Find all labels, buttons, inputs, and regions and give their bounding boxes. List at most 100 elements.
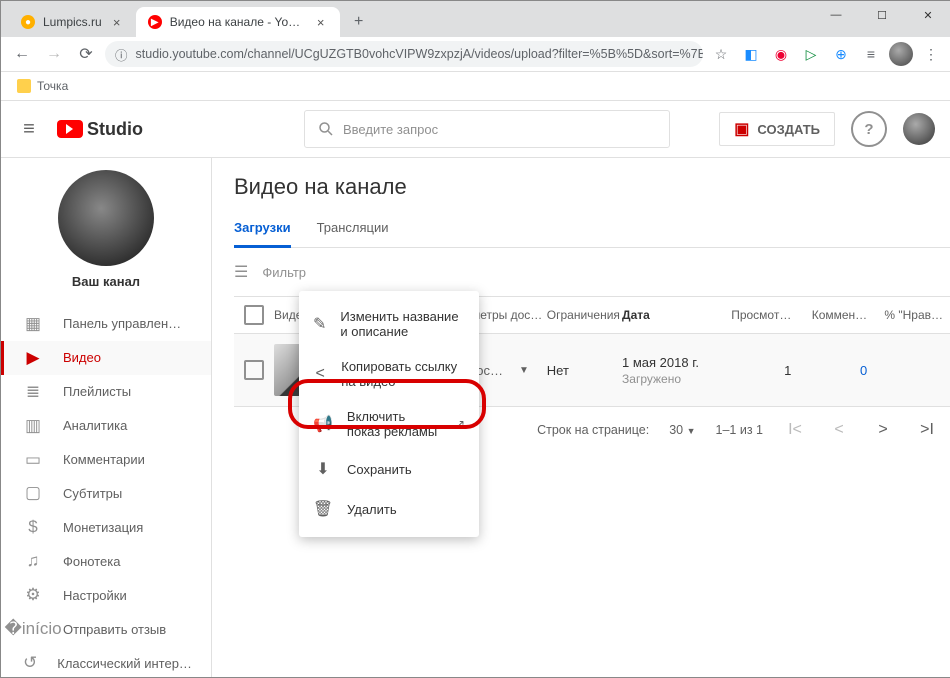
browser-tab-lumpics[interactable]: ● Lumpics.ru × xyxy=(9,7,136,37)
pencil-icon: ✎ xyxy=(313,314,326,334)
context-menu: ✎ Изменить название и описание < Копиров… xyxy=(299,291,479,537)
menu-button[interactable]: ≡ xyxy=(17,117,41,141)
browser-tab-studio[interactable]: ▶ Видео на канале - YouTube Stu... × xyxy=(136,7,340,37)
monetization-icon: $ xyxy=(23,517,43,537)
channel-avatar[interactable] xyxy=(58,170,154,266)
folder-icon xyxy=(17,79,31,93)
maximize-button[interactable]: ☐ xyxy=(859,1,905,29)
sidebar-item-feedback[interactable]: �inícioОтправить отзыв xyxy=(1,612,211,646)
tab-uploads[interactable]: Загрузки xyxy=(234,210,291,248)
col-header-comments[interactable]: Коммен… xyxy=(801,308,877,322)
new-tab-button[interactable]: + xyxy=(346,9,372,35)
sidebar-item-analytics[interactable]: ▥Аналитика xyxy=(1,409,211,443)
menu-item-enable-ads[interactable]: 📢 Включить показ рекламы ↗ xyxy=(299,399,479,449)
menu-item-delete[interactable]: 🗑 Удалить xyxy=(299,489,479,529)
help-button[interactable]: ? xyxy=(851,111,887,147)
lock-icon: ⓘ xyxy=(115,45,128,64)
extension-icon[interactable]: ◉ xyxy=(769,42,793,66)
page-next-button[interactable]: > xyxy=(871,421,895,439)
external-link-icon: ↗ xyxy=(455,417,465,431)
page-prev-button[interactable]: < xyxy=(827,421,851,439)
menu-item-save[interactable]: ⬇ Сохранить xyxy=(299,449,479,489)
date-value: 1 мая 2018 г. xyxy=(622,355,725,370)
close-window-button[interactable]: ✕ xyxy=(905,1,950,29)
page-first-button[interactable]: I< xyxy=(783,421,807,439)
classic-icon: ↺ xyxy=(23,653,37,673)
extension-icon[interactable]: ▷ xyxy=(799,42,823,66)
page-title: Видео на канале xyxy=(234,174,950,200)
audio-library-icon: ♫ xyxy=(23,551,43,571)
reload-button[interactable]: ⟳ xyxy=(73,41,99,67)
favicon-lumpics: ● xyxy=(21,15,35,29)
extension-icon[interactable]: ◧ xyxy=(739,42,763,66)
address-bar[interactable]: ⓘ studio.youtube.com/channel/UCgUZGTB0vo… xyxy=(105,41,703,67)
comments-icon: ▭ xyxy=(23,450,43,470)
subtitles-icon: ▢ xyxy=(23,483,43,503)
page-last-button[interactable]: >I xyxy=(915,421,939,439)
studio-logo[interactable]: Studio xyxy=(57,119,143,140)
extension-icon[interactable]: ≡ xyxy=(859,42,883,66)
page-range: 1–1 из 1 xyxy=(716,423,763,437)
tab-title: Lumpics.ru xyxy=(43,15,102,29)
bookmark-item[interactable]: Точка xyxy=(11,77,74,95)
search-input[interactable]: Введите запрос xyxy=(304,110,670,148)
sidebar-item-videos[interactable]: ▶Видео xyxy=(1,341,211,375)
select-all-checkbox[interactable] xyxy=(244,305,264,325)
menu-item-copy-link[interactable]: < Копировать ссылку на видео xyxy=(299,349,479,399)
sidebar-item-monetization[interactable]: $Монетизация xyxy=(1,510,211,544)
video-icon: ▶ xyxy=(23,348,43,368)
views-value: 1 xyxy=(725,363,801,378)
url-text: studio.youtube.com/channel/UCgUZGTB0vohc… xyxy=(136,47,703,61)
sidebar-item-playlists[interactable]: ≣Плейлисты xyxy=(1,375,211,409)
sidebar: Ваш канал ▦Панель управлен… ▶Видео ≣Плей… xyxy=(1,158,212,678)
col-header-restrictions[interactable]: Ограничения xyxy=(547,308,622,322)
sidebar-item-dashboard[interactable]: ▦Панель управлен… xyxy=(1,307,211,341)
comments-value[interactable]: 0 xyxy=(801,363,877,378)
bookmark-label: Точка xyxy=(37,79,68,93)
profile-avatar[interactable] xyxy=(889,42,913,66)
tab-title: Видео на канале - YouTube Stu... xyxy=(170,15,306,29)
chevron-down-icon[interactable]: ▼ xyxy=(519,365,529,376)
minimize-button[interactable]: ― xyxy=(813,1,859,29)
sidebar-item-audio-library[interactable]: ♫Фонотека xyxy=(1,544,211,578)
channel-name: Ваш канал xyxy=(72,274,140,289)
sidebar-item-subtitles[interactable]: ▢Субтитры xyxy=(1,477,211,511)
sidebar-item-comments[interactable]: ▭Комментарии xyxy=(1,443,211,477)
analytics-icon: ▥ xyxy=(23,416,43,436)
share-icon: < xyxy=(313,365,327,383)
dashboard-icon: ▦ xyxy=(23,314,43,334)
col-header-date[interactable]: Дата xyxy=(622,308,725,322)
sidebar-item-classic[interactable]: ↺Классический интер… xyxy=(1,646,211,678)
logo-text: Studio xyxy=(87,119,143,140)
megaphone-icon: 📢 xyxy=(313,414,333,434)
forward-button[interactable]: → xyxy=(41,41,67,67)
back-button[interactable]: ← xyxy=(9,41,35,67)
filter-row[interactable]: ☰ Фильтр xyxy=(234,248,950,296)
search-icon xyxy=(317,120,335,138)
tab-live[interactable]: Трансляции xyxy=(317,210,389,247)
search-placeholder: Введите запрос xyxy=(343,122,438,137)
chevron-down-icon: ▼ xyxy=(687,426,696,436)
trash-icon: 🗑 xyxy=(313,499,333,519)
download-icon: ⬇ xyxy=(313,459,333,479)
star-icon[interactable]: ☆ xyxy=(709,42,733,66)
youtube-play-icon xyxy=(57,120,83,138)
kebab-menu-icon[interactable]: ⋮ xyxy=(919,42,943,66)
restrictions-value: Нет xyxy=(547,363,622,378)
rows-per-page-value[interactable]: 30 ▼ xyxy=(669,423,695,437)
create-label: СОЗДАТЬ xyxy=(757,122,820,137)
favicon-youtube: ▶ xyxy=(148,15,162,29)
create-button[interactable]: ▣ СОЗДАТЬ xyxy=(719,112,835,146)
date-status: Загружено xyxy=(622,372,725,386)
menu-item-edit-title[interactable]: ✎ Изменить название и описание xyxy=(299,299,479,349)
rows-per-page-label: Строк на странице: xyxy=(537,423,649,437)
col-header-likes[interactable]: % "Нрав… xyxy=(877,308,950,322)
playlist-icon: ≣ xyxy=(23,382,43,402)
extension-icon[interactable]: ⊕ xyxy=(829,42,853,66)
col-header-views[interactable]: Просмот… xyxy=(725,308,801,322)
close-icon[interactable]: × xyxy=(110,15,124,29)
sidebar-item-settings[interactable]: ⚙Настройки xyxy=(1,578,211,612)
close-icon[interactable]: × xyxy=(314,15,328,29)
account-avatar[interactable] xyxy=(903,113,935,145)
row-checkbox[interactable] xyxy=(244,360,264,380)
